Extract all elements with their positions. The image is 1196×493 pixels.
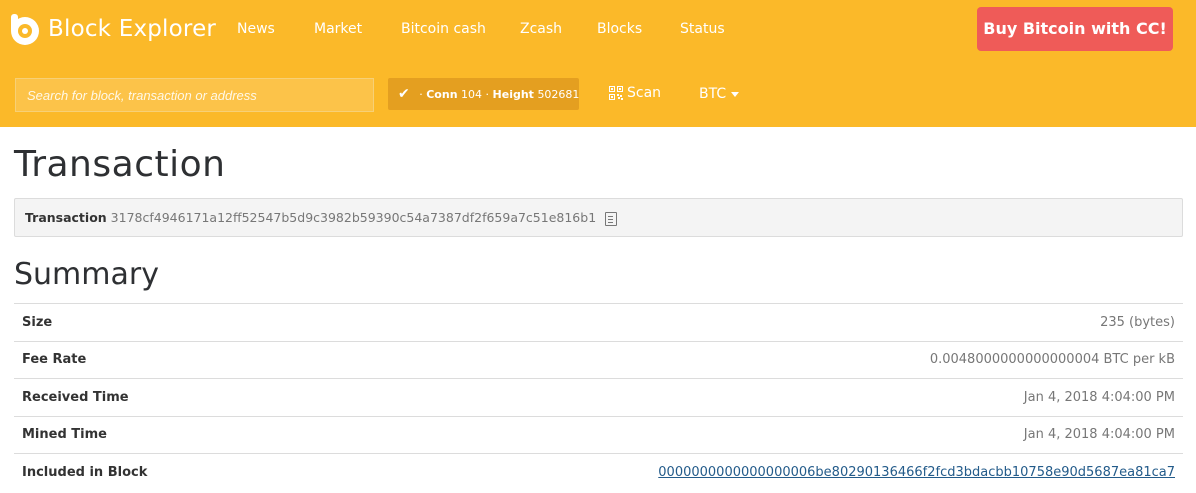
row-key: Mined Time <box>22 427 107 443</box>
height-value: 502681 <box>537 88 580 101</box>
row-value-cell: 0000000000000000006be80290136466f2fcd3bd… <box>259 454 1183 492</box>
caret-down-icon <box>731 91 740 97</box>
currency-dropdown[interactable]: BTC <box>699 86 740 102</box>
nav-zcash[interactable]: Zcash <box>520 21 562 37</box>
nav-status[interactable]: Status <box>680 21 725 37</box>
conn-value: 104 <box>461 88 483 101</box>
brand-name: Block Explorer <box>48 15 217 42</box>
transaction-hash: 3178cf4946171a12ff52547b5d9c3982b59390c5… <box>110 210 597 225</box>
block-hash-link[interactable]: 0000000000000000006be80290136466f2fcd3bd… <box>658 465 1175 480</box>
height-label: Height <box>492 88 534 101</box>
qr-code-icon <box>609 86 623 100</box>
nav-market[interactable]: Market <box>314 21 362 37</box>
table-row: Fee Rate 0.0048000000000000004 BTC per k… <box>14 341 1183 379</box>
table-row: Size 235 (bytes) <box>14 303 1183 342</box>
nav-blocks[interactable]: Blocks <box>597 21 642 37</box>
buy-bitcoin-button[interactable]: Buy Bitcoin with CC! <box>977 7 1173 51</box>
row-key: Fee Rate <box>22 352 87 368</box>
conn-label: Conn <box>426 88 458 101</box>
table-row: Mined Time Jan 4, 2018 4:04:00 PM <box>14 416 1183 454</box>
table-row: Received Time Jan 4, 2018 4:04:00 PM <box>14 378 1183 417</box>
nav-news[interactable]: News <box>237 21 275 37</box>
row-key: Size <box>22 314 53 330</box>
top-header: Block Explorer News Market Bitcoin cash … <box>0 0 1196 127</box>
row-key: Received Time <box>22 389 129 405</box>
currency-selected: BTC <box>699 86 727 102</box>
connection-status-badge[interactable]: ✔ · Conn 104 · Height 502681 <box>388 78 579 110</box>
brand-logo[interactable]: Block Explorer <box>8 12 216 46</box>
transaction-id-box: Transaction 3178cf4946171a12ff52547b5d9c… <box>14 198 1183 237</box>
summary-table: Size 235 (bytes) Fee Rate 0.004800000000… <box>14 303 1183 491</box>
scan-button[interactable]: Scan <box>609 85 661 101</box>
copy-icon[interactable] <box>605 211 618 226</box>
table-row: Included in Block 0000000000000000006be8… <box>14 453 1183 492</box>
row-key: Included in Block <box>22 465 148 480</box>
row-value: Jan 4, 2018 4:04:00 PM <box>1023 427 1175 443</box>
row-value: Jan 4, 2018 4:04:00 PM <box>1023 389 1175 405</box>
summary-heading: Summary <box>14 257 159 292</box>
row-value: 235 (bytes) <box>1100 314 1175 330</box>
check-icon: ✔ <box>398 86 410 102</box>
row-value: 0.0048000000000000004 BTC per kB <box>929 352 1175 368</box>
page-title: Transaction <box>14 144 226 185</box>
block-explorer-logo-icon <box>11 14 39 45</box>
transaction-label: Transaction <box>25 210 107 225</box>
nav-bitcoin-cash[interactable]: Bitcoin cash <box>401 21 486 37</box>
scan-label: Scan <box>627 85 662 101</box>
search-input[interactable] <box>15 78 374 112</box>
